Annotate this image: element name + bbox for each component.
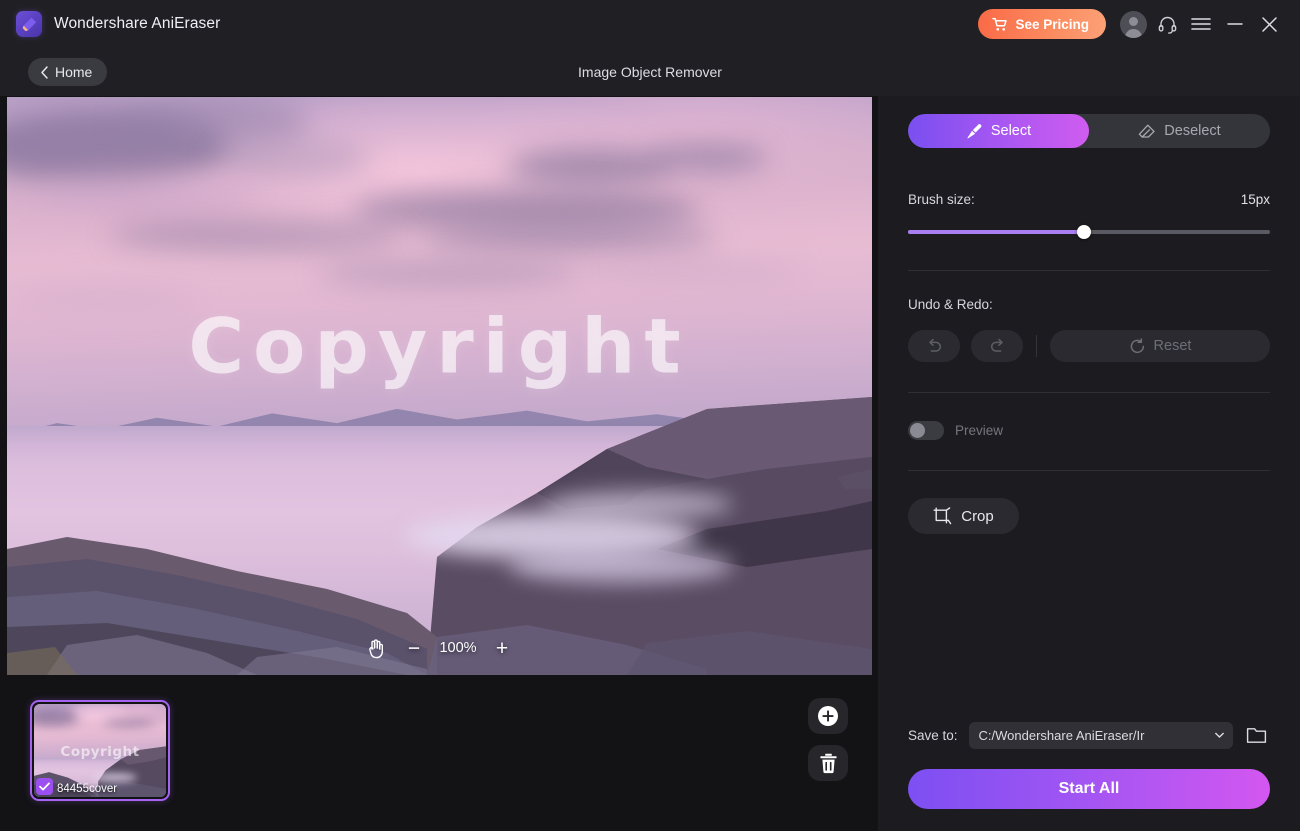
avatar-body: [1125, 29, 1142, 38]
thumbnail-filename: 84455cover: [57, 783, 117, 795]
checkmark-icon: [39, 782, 50, 791]
photo-mist: [543, 490, 733, 519]
undo-arrow-icon: [925, 338, 944, 355]
add-image-button[interactable]: [808, 698, 848, 734]
thumb-mist: [92, 773, 137, 782]
crop-button[interactable]: Crop: [908, 498, 1019, 534]
window-controls: See Pricing: [978, 0, 1286, 48]
start-all-button[interactable]: Start All: [908, 769, 1270, 809]
shopping-cart-icon: [992, 17, 1008, 32]
page-title: Image Object Remover: [0, 48, 1300, 96]
watermark-text: Copyright: [7, 301, 872, 390]
save-to-label: Save to:: [908, 728, 958, 743]
headset-support-icon[interactable]: [1150, 7, 1184, 41]
save-to-row: Save to: C:/Wondershare AniEraser/Ir: [908, 722, 1270, 749]
eraser-icon: [1138, 123, 1156, 140]
divider: [908, 392, 1270, 393]
hamburger-menu-icon[interactable]: [1184, 7, 1218, 41]
tool-panel: Select Deselect Brush size: 15px: [878, 96, 1300, 831]
redo-button[interactable]: [971, 330, 1023, 362]
chevron-down-icon: [1214, 732, 1225, 740]
thumbnail-filmstrip: Copyright 84455cover: [0, 676, 878, 831]
image-canvas-area[interactable]: Copyright − 100% +: [0, 96, 878, 676]
brush-size-row: Brush size: 15px: [908, 192, 1270, 207]
preview-row: Preview: [908, 421, 1270, 440]
crop-label: Crop: [961, 508, 994, 525]
home-label: Home: [55, 64, 92, 80]
minimize-icon[interactable]: [1218, 7, 1252, 41]
see-pricing-button[interactable]: See Pricing: [978, 9, 1106, 39]
home-button[interactable]: Home: [28, 58, 107, 86]
save-path-value: C:/Wondershare AniEraser/Ir: [979, 728, 1210, 743]
filmstrip-actions: [808, 698, 848, 781]
avatar: [1120, 11, 1147, 38]
tab-select-label: Select: [991, 123, 1031, 139]
app-title: Wondershare AniEraser: [54, 15, 220, 33]
title-bar: Wondershare AniEraser See Pricing: [0, 0, 1300, 48]
trash-icon: [819, 753, 838, 774]
avatar-head: [1129, 17, 1138, 26]
slider-thumb[interactable]: [1077, 225, 1091, 239]
zoom-level-value: 100%: [435, 640, 481, 656]
crop-icon: [933, 507, 952, 526]
panel-spacer: [908, 534, 1270, 722]
brush-icon: [966, 123, 983, 140]
zoom-controls: − 100% +: [359, 633, 519, 663]
plus-circle-icon: [817, 705, 839, 727]
main-body: Copyright − 100% +: [0, 96, 1300, 831]
reset-circular-arrow-icon: [1129, 338, 1146, 355]
undo-redo-row: Reset: [908, 330, 1270, 362]
delete-image-button[interactable]: [808, 745, 848, 781]
divider: [908, 470, 1270, 471]
tab-select[interactable]: Select: [908, 114, 1089, 148]
tab-deselect-label: Deselect: [1164, 123, 1220, 139]
redo-arrow-icon: [988, 338, 1007, 355]
divider: [1036, 335, 1037, 357]
brush-size-value: 15px: [1241, 192, 1270, 207]
preview-label: Preview: [955, 423, 1003, 438]
brush-size-slider[interactable]: [908, 224, 1270, 240]
see-pricing-label: See Pricing: [1015, 17, 1089, 32]
image-preview[interactable]: Copyright − 100% +: [7, 97, 872, 675]
slider-fill: [908, 230, 1084, 234]
select-mode-segmented-control: Select Deselect: [908, 114, 1270, 148]
zoom-out-button[interactable]: −: [397, 633, 431, 663]
divider: [908, 270, 1270, 271]
browse-folder-button[interactable]: [1244, 723, 1270, 749]
user-avatar-icon[interactable]: [1116, 7, 1150, 41]
chevron-left-icon: [39, 65, 50, 80]
folder-open-icon: [1246, 726, 1268, 745]
toggle-knob: [910, 423, 925, 438]
brush-size-label: Brush size:: [908, 192, 975, 207]
tab-deselect[interactable]: Deselect: [1089, 114, 1270, 148]
anieraser-logo-icon: [16, 11, 42, 37]
app-window: Wondershare AniEraser See Pricing: [0, 0, 1300, 831]
thumbnail-checkbox[interactable]: [36, 778, 53, 795]
zoom-in-button[interactable]: +: [485, 633, 519, 663]
list-item[interactable]: Copyright 84455cover: [30, 700, 170, 801]
save-path-dropdown[interactable]: C:/Wondershare AniEraser/Ir: [969, 722, 1233, 749]
editor-left-column: Copyright − 100% +: [0, 96, 878, 831]
reset-label: Reset: [1154, 338, 1192, 354]
reset-button[interactable]: Reset: [1050, 330, 1270, 362]
thumbnail-watermark: Copyright: [34, 744, 166, 760]
hand-pan-icon[interactable]: [359, 633, 393, 663]
sub-toolbar: Home Image Object Remover: [0, 48, 1300, 96]
photo-mist: [508, 548, 733, 583]
undo-button[interactable]: [908, 330, 960, 362]
preview-toggle[interactable]: [908, 421, 944, 440]
close-icon[interactable]: [1252, 7, 1286, 41]
undo-redo-label: Undo & Redo:: [908, 297, 1270, 312]
